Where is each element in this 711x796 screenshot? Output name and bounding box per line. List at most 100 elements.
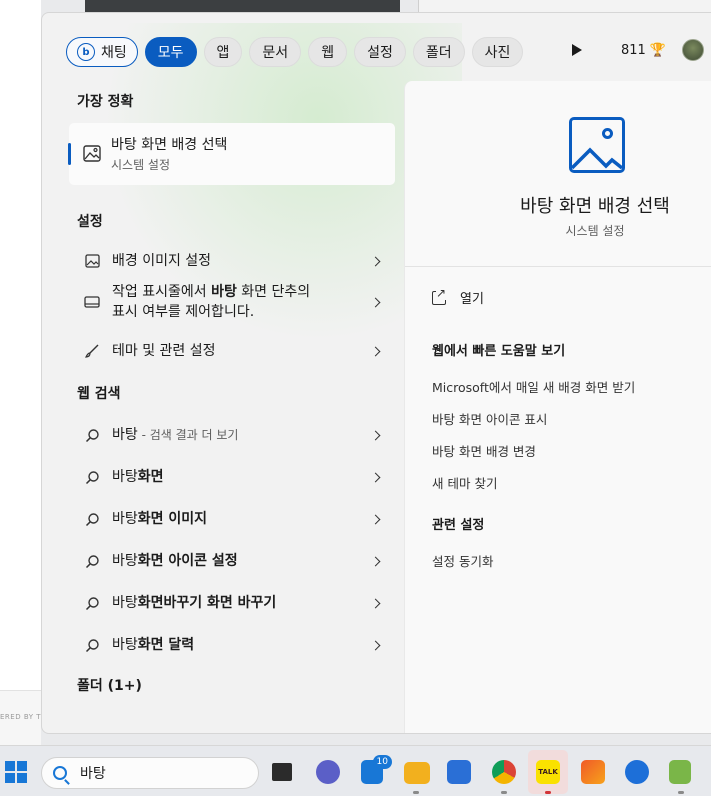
filter-settings-label: 설정 — [367, 45, 393, 61]
web-result-label: 바탕화면 달력 — [112, 635, 395, 655]
kakaotalk-icon[interactable]: TALK — [536, 760, 560, 794]
open-label: 열기 — [460, 292, 484, 307]
query-text: 바탕 — [112, 637, 138, 653]
profile-avatar[interactable] — [682, 39, 704, 61]
settings-item-background-image[interactable]: 배경 이미지 설정 — [69, 246, 395, 276]
web-help-link[interactable]: Microsoft에서 매일 새 배경 화면 받기 — [432, 377, 635, 396]
label-part: 표시 여부를 제어합니다. — [112, 304, 255, 320]
web-result-item[interactable]: 바탕화면바꾸기 화면 바꾸기 — [69, 588, 395, 618]
web-result-label: 바탕화면 이미지 — [112, 509, 395, 529]
kakaotalk-label: TALK — [538, 768, 558, 776]
best-match-item[interactable]: 바탕 화면 배경 선택 시스템 설정 — [68, 123, 395, 185]
web-result-item[interactable]: 바탕화면 — [69, 462, 395, 492]
search-panel: b 채팅 모두 앱 문서 웹 설정 폴더 사진 811 🏆 가장 정확 바탕 화… — [41, 12, 711, 734]
filter-all[interactable]: 모두 — [144, 37, 197, 67]
web-search-heading: 웹 검색 — [77, 386, 121, 402]
microsoft-store-icon[interactable] — [447, 760, 471, 784]
filter-bar: b 채팅 모두 앱 문서 웹 설정 폴더 사진 — [66, 36, 530, 68]
settings-heading: 설정 — [77, 214, 103, 230]
search-icon — [82, 512, 102, 527]
teams-chat-icon[interactable] — [316, 760, 340, 784]
web-result-item[interactable]: 바탕화면 이미지 — [69, 504, 395, 534]
app-icon-stripes[interactable] — [581, 760, 605, 784]
query-text: 바탕 — [112, 511, 138, 527]
preview-title: 바탕 화면 배경 선택 — [520, 196, 670, 217]
app-icon-lightning[interactable] — [625, 760, 649, 784]
query-completion: 화면 달력 — [137, 637, 195, 653]
mail-badge: 10 — [372, 755, 392, 769]
folders-heading[interactable]: 폴더 (1+) — [77, 675, 142, 695]
filter-photos[interactable]: 사진 — [471, 37, 524, 67]
settings-item-taskbar-desktop-button[interactable]: 작업 표시줄에서 바탕 화면 단추의 표시 여부를 제어합니다. — [69, 281, 395, 323]
desktop-window-top-right — [418, 0, 711, 12]
search-icon — [82, 638, 102, 653]
filter-documents-label: 문서 — [262, 45, 289, 61]
settings-item-label: 테마 및 관련 설정 — [112, 343, 216, 359]
web-help-link[interactable]: 바탕 화면 배경 변경 — [432, 441, 536, 460]
taskbar-search-input[interactable] — [80, 765, 230, 781]
filter-apps-label: 앱 — [216, 45, 230, 61]
rewards-points[interactable]: 811 🏆 — [621, 43, 666, 58]
label-part: 화면 단추의 — [236, 284, 311, 300]
preview-subtitle: 시스템 설정 — [565, 224, 625, 238]
web-help-heading: 웹에서 빠른 도움말 보기 — [432, 344, 566, 359]
points-value: 811 — [621, 43, 646, 58]
running-indicator — [678, 791, 684, 794]
web-result-label: 바탕 - 검색 결과 더 보기 — [112, 425, 395, 445]
more-filters-play-icon[interactable] — [570, 43, 584, 57]
search-icon — [82, 428, 102, 443]
best-match-subtitle: 시스템 설정 — [111, 158, 171, 172]
running-indicator — [545, 791, 551, 794]
query-text: 바탕 — [112, 427, 138, 443]
query-completion: 화면 아이콘 설정 — [137, 553, 238, 569]
search-icon — [82, 554, 102, 569]
chat-filter-button[interactable]: b 채팅 — [66, 37, 138, 67]
filter-web[interactable]: 웹 — [308, 37, 348, 67]
filter-apps[interactable]: 앱 — [203, 37, 243, 67]
task-view-icon[interactable] — [272, 763, 292, 781]
chrome-icon[interactable] — [492, 760, 516, 794]
brush-icon — [82, 343, 102, 359]
query-text: 바탕 — [112, 595, 138, 611]
settings-item-themes[interactable]: 테마 및 관련 설정 — [69, 336, 395, 366]
web-result-item[interactable]: 바탕화면 아이콘 설정 — [69, 546, 395, 576]
web-help-link[interactable]: 바탕 화면 아이콘 표시 — [432, 409, 547, 428]
desktop-window-top — [85, 0, 400, 12]
desktop-window-fragment-text: ERED BY TI — [0, 713, 44, 721]
mountain-shape — [572, 147, 622, 170]
file-explorer-icon[interactable] — [404, 762, 430, 794]
running-indicator — [413, 791, 419, 794]
related-settings-link[interactable]: 설정 동기화 — [432, 551, 493, 570]
query-text: 바탕 — [112, 469, 138, 485]
chat-filter-label: 채팅 — [101, 45, 127, 61]
open-button[interactable]: 열기 — [432, 285, 484, 307]
web-result-item[interactable]: 바탕 - 검색 결과 더 보기 — [69, 420, 395, 450]
mail-icon[interactable]: 10 — [361, 755, 392, 784]
filter-settings[interactable]: 설정 — [354, 37, 406, 67]
filter-all-label: 모두 — [157, 45, 184, 61]
web-help-link[interactable]: 새 테마 찾기 — [432, 473, 497, 492]
label-highlight: 바탕 — [211, 284, 237, 300]
picture-icon — [83, 145, 101, 166]
web-result-label: 바탕화면 — [112, 467, 395, 487]
running-indicator — [501, 791, 507, 794]
filter-documents[interactable]: 문서 — [249, 37, 302, 67]
settings-item-label: 작업 표시줄에서 바탕 화면 단추의 표시 여부를 제어합니다. — [112, 282, 395, 322]
query-suffix: - 검색 결과 더 보기 — [137, 428, 239, 442]
search-icon — [53, 766, 67, 780]
query-completion: 화면바꾸기 화면 바꾸기 — [137, 595, 277, 611]
taskbar: 10 TALK — [0, 745, 711, 796]
trophy-icon: 🏆 — [649, 43, 667, 58]
best-match-heading: 가장 정확 — [77, 94, 134, 110]
query-completion: 화면 이미지 — [137, 511, 208, 527]
app-icon-chart[interactable] — [669, 760, 691, 794]
web-result-item[interactable]: 바탕화면 달력 — [69, 630, 395, 660]
filter-web-label: 웹 — [321, 45, 335, 61]
filter-folders[interactable]: 폴더 — [412, 37, 465, 67]
settings-item-label: 배경 이미지 설정 — [112, 253, 212, 269]
preview-pane: 바탕 화면 배경 선택 시스템 설정 열기 웹에서 빠른 도움말 보기 Micr… — [404, 81, 711, 733]
start-button-windows-icon[interactable] — [5, 761, 27, 783]
taskbar-search-box[interactable] — [41, 757, 259, 789]
best-match-title: 바탕 화면 배경 선택 — [111, 137, 228, 153]
picture-icon — [82, 254, 102, 268]
